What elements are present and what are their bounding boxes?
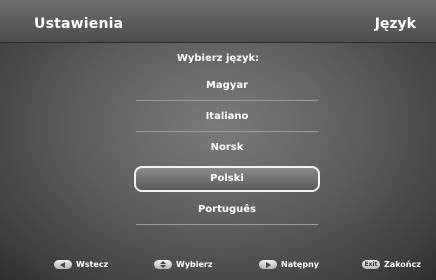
page-title: Ustawienia <box>34 16 124 32</box>
settings-screen: Ustawienia Język Wybierz język: Magyar I… <box>0 0 436 280</box>
next-label: Natępny <box>281 260 319 269</box>
section-title: Język <box>374 16 416 32</box>
exit-key-icon: Exit <box>362 260 380 269</box>
left-arrow-icon <box>54 260 72 269</box>
select-hint[interactable]: Wybierz <box>154 260 213 269</box>
up-down-arrow-icon <box>154 260 172 269</box>
header-bar: Ustawienia Język <box>0 0 436 43</box>
exit-label: Zakończ <box>384 260 421 269</box>
next-hint[interactable]: Natępny <box>259 260 319 269</box>
language-list: Magyar Italiano Norsk Polski Português <box>134 70 320 225</box>
right-arrow-icon <box>259 260 277 269</box>
language-option-italiano[interactable]: Italiano <box>136 101 318 132</box>
back-label: Wstecz <box>76 260 109 269</box>
language-option-magyar[interactable]: Magyar <box>136 70 318 101</box>
language-option-portugues[interactable]: Português <box>136 194 318 225</box>
language-prompt: Wybierz język: <box>176 53 260 64</box>
language-option-polski[interactable]: Polski <box>134 166 320 192</box>
language-option-norsk[interactable]: Norsk <box>136 132 318 163</box>
back-hint[interactable]: Wstecz <box>54 260 108 269</box>
exit-hint[interactable]: Exit Zakończ <box>362 260 421 269</box>
select-label: Wybierz <box>176 260 213 269</box>
button-hints: Wstecz Wybierz Natępny Exit Zakończ <box>0 252 436 280</box>
